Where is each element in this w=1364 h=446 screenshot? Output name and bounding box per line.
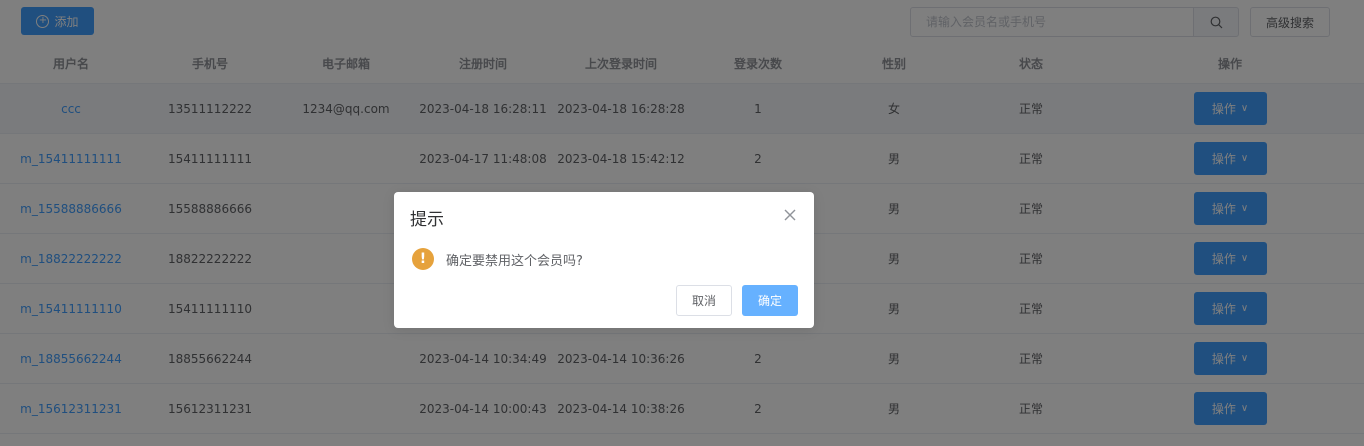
warning-icon: !: [412, 248, 434, 270]
dialog-message: 确定要禁用这个会员吗?: [446, 254, 583, 269]
cancel-button[interactable]: 取消: [676, 285, 732, 316]
confirm-button[interactable]: 确定: [742, 285, 798, 316]
dialog-title: 提示: [410, 210, 444, 230]
close-icon[interactable]: [782, 207, 798, 223]
confirm-dialog: 提示 ! 确定要禁用这个会员吗? 取消 确定: [394, 192, 814, 328]
